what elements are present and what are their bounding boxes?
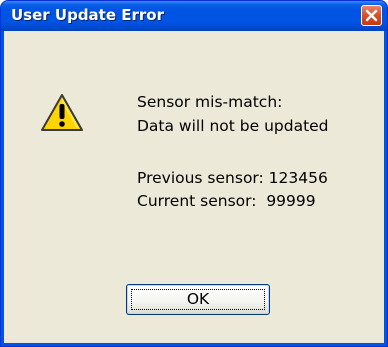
message-line-2: Data will not be updated [137,117,329,135]
dialog-title: User Update Error [11,6,164,24]
close-icon [365,9,378,22]
warning-icon [41,94,83,131]
current-sensor-text: Current sensor: 99999 [137,192,316,210]
close-button[interactable] [361,5,382,26]
message-line-1: Sensor mis-match: [137,93,283,111]
previous-sensor-text: Previous sensor: 123456 [137,169,328,187]
ok-button-label: OK [186,290,210,308]
dialog-body: Sensor mis-match: Data will not be updat… [4,31,384,343]
error-dialog: User Update Error Sensor mis-match: Data… [0,0,388,347]
ok-button[interactable]: OK [126,284,270,315]
title-bar[interactable]: User Update Error [1,1,387,31]
